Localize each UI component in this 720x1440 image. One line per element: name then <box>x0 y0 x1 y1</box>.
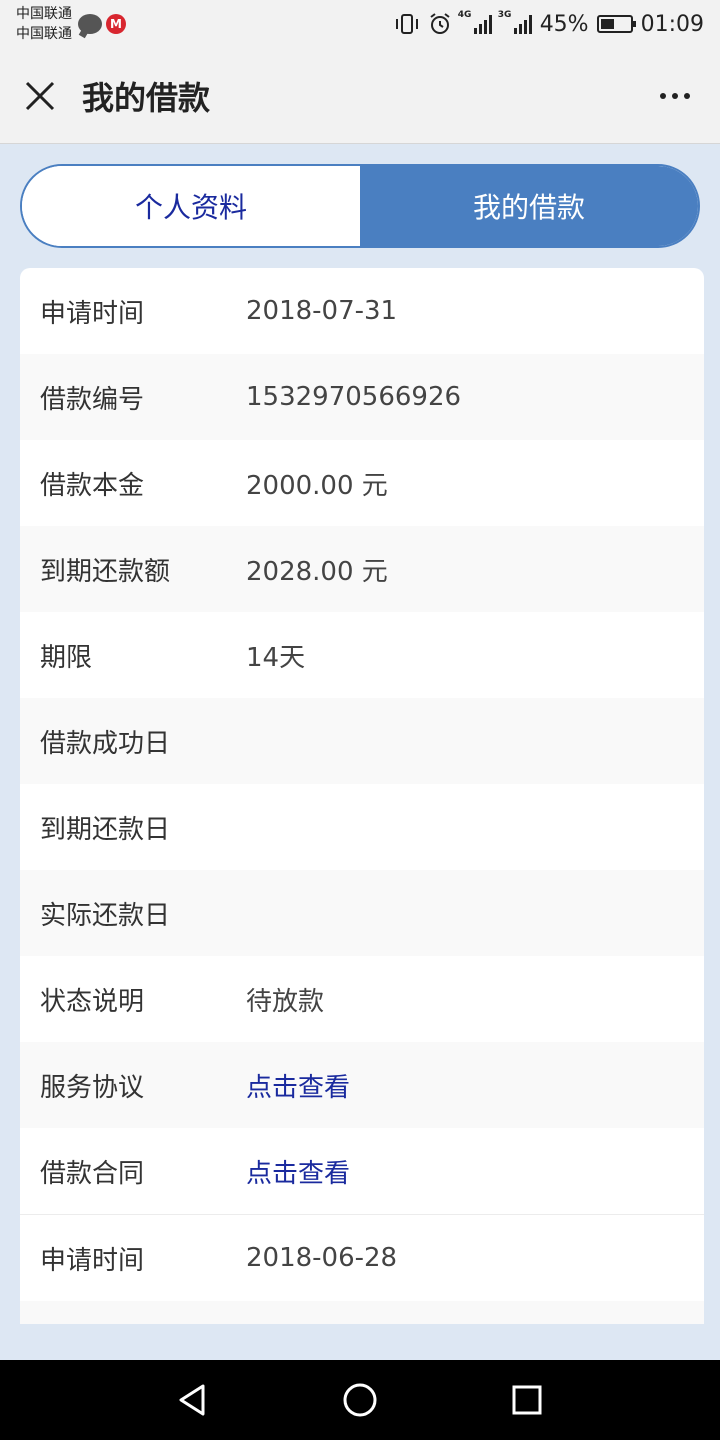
row-label: 状态说明 <box>40 986 145 1017</box>
row-value: 14天 <box>246 642 306 673</box>
table-row: 实际还款日 <box>20 870 704 956</box>
carriers: 中国联通 中国联通 <box>16 4 72 44</box>
status-bar: 中国联通 中国联通 M 4G 3G 45% 01:09 <box>0 0 720 48</box>
more-dot-icon <box>672 92 678 99</box>
close-icon <box>25 81 55 110</box>
row-label: 借款合同 <box>40 1158 145 1189</box>
table-row: 申请时间 2018-07-31 <box>20 268 704 354</box>
row-label: 到期还款额 <box>40 556 171 587</box>
row-label: 申请时间 <box>40 298 145 329</box>
recents-button[interactable] <box>502 1375 552 1425</box>
table-row: 服务协议 点击查看 <box>20 1042 704 1128</box>
more-dot-icon <box>684 92 690 99</box>
row-value: 2000.00 元 <box>246 470 388 501</box>
table-row: 期限 14天 <box>20 612 704 698</box>
back-triangle-icon <box>179 1384 205 1416</box>
row-label: 实际还款日 <box>40 900 171 931</box>
vibrate-icon <box>395 14 418 34</box>
segment-tabs: 个人资料 我的借款 <box>20 164 700 248</box>
row-label: 借款编号 <box>40 384 145 415</box>
home-button[interactable] <box>335 1375 385 1425</box>
tab-personal-info[interactable]: 个人资料 <box>22 166 360 246</box>
clock: 01:09 <box>640 11 704 37</box>
close-button[interactable] <box>0 48 80 144</box>
table-row: 到期还款额 2028.00 元 <box>20 526 704 612</box>
notification-icons: M <box>78 14 126 34</box>
more-options-button[interactable] <box>630 48 720 144</box>
system-nav-bar <box>0 1360 720 1440</box>
row-value: 2028.00 元 <box>246 556 388 587</box>
signal-4g-icon: 4G <box>458 10 492 34</box>
recents-square-icon <box>512 1385 542 1415</box>
carrier-1: 中国联通 <box>16 6 72 22</box>
row-label: 借款成功日 <box>40 728 171 759</box>
row-value: 2018-06-28 <box>246 1243 398 1273</box>
back-button[interactable] <box>168 1375 218 1425</box>
row-value: 1532970566926 <box>246 382 462 412</box>
row-label: 期限 <box>40 642 93 673</box>
table-row <box>20 1301 704 1324</box>
status-right: 4G 3G 45% 01:09 <box>394 10 704 37</box>
row-label: 借款本金 <box>40 470 145 501</box>
tab-my-loans[interactable]: 我的借款 <box>360 166 698 246</box>
chat-bubble-icon <box>78 14 102 34</box>
table-row: 申请时间 2018-06-28 <box>20 1215 704 1301</box>
net-type-1: 4G <box>457 10 472 20</box>
row-label: 申请时间 <box>40 1245 145 1276</box>
loan-contract-link[interactable]: 点击查看 <box>246 1153 350 1190</box>
table-row: 借款合同 点击查看 <box>20 1128 704 1214</box>
battery-percent: 45% <box>539 11 589 37</box>
loan-card-2: 申请时间 2018-06-28 <box>20 1214 704 1324</box>
page-title: 我的借款 <box>82 78 211 117</box>
home-circle-icon <box>343 1383 377 1417</box>
row-value: 2018-07-31 <box>246 296 398 326</box>
row-label: 到期还款日 <box>40 814 171 845</box>
table-row: 借款编号 1532970566926 <box>20 354 704 440</box>
table-row: 借款本金 2000.00 元 <box>20 440 704 526</box>
more-dot-icon <box>660 92 666 99</box>
signal-3g-icon: 3G <box>498 10 532 34</box>
table-row: 借款成功日 <box>20 698 704 784</box>
row-label: 服务协议 <box>40 1072 145 1103</box>
service-agreement-link[interactable]: 点击查看 <box>246 1067 350 1104</box>
table-row: 状态说明 待放款 <box>20 956 704 1042</box>
net-type-2: 3G <box>497 10 512 20</box>
battery-icon <box>596 15 636 33</box>
carrier-2: 中国联通 <box>16 26 72 42</box>
app-header: 我的借款 <box>0 48 720 144</box>
loan-card-1: 申请时间 2018-07-31 借款编号 1532970566926 借款本金 … <box>20 268 704 1214</box>
table-row: 到期还款日 <box>20 784 704 870</box>
alarm-icon <box>430 13 450 34</box>
app-notification-icon: M <box>106 14 126 34</box>
status-value: 待放款 <box>246 986 325 1017</box>
